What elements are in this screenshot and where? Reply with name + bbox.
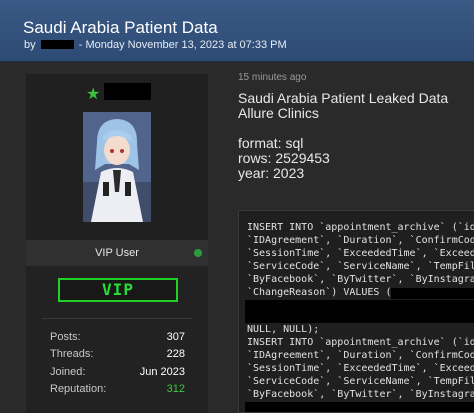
code-line: `IDAgreement`, `Duration`, `ConfirmCod: [247, 235, 474, 246]
rank-bar: VIP User: [26, 240, 208, 266]
stat-label: Joined:: [50, 366, 86, 378]
code-line: `ByFacebook`, `ByTwitter`, `ByInstagra: [247, 389, 474, 400]
stat-threads: Threads: 228: [50, 348, 185, 362]
author-redacted: [40, 40, 74, 49]
stat-label: Threads:: [50, 348, 94, 360]
code-line: `IDAgreement`, `Duration`, `ConfirmCod: [247, 350, 474, 361]
vip-badge-label: VIP: [102, 280, 134, 299]
stat-label: Posts:: [50, 331, 81, 343]
stat-value[interactable]: 307: [167, 331, 185, 343]
post-line: year: 2023: [238, 165, 305, 181]
byline-prefix: by: [24, 39, 36, 51]
user-divider: [42, 318, 192, 319]
thread-title: Saudi Arabia Patient Data: [23, 18, 218, 37]
code-line: `ByFacebook`, `ByTwitter`, `ByInstagra: [247, 274, 474, 285]
post-line: [238, 121, 448, 136]
post-line: Saudi Arabia Patient Leaked Data: [238, 90, 449, 106]
stat-label: Reputation:: [50, 383, 107, 395]
post-line: Allure Clinics: [238, 105, 319, 121]
avatar[interactable]: [83, 112, 151, 222]
post-time: 15 minutes ago: [238, 72, 307, 83]
redaction-block: [245, 300, 474, 323]
username-redacted[interactable]: [104, 83, 151, 100]
vip-badge: VIP: [58, 278, 178, 302]
avatar-image: [83, 112, 151, 222]
code-line: `SessionTime`, `ExceededTime`, `Exceed: [247, 248, 474, 259]
post-body: Saudi Arabia Patient Leaked Data Allure …: [238, 91, 448, 181]
stat-reputation: Reputation: 312: [50, 383, 185, 397]
stat-value: Jun 2023: [139, 366, 185, 378]
star-icon: ★: [86, 86, 101, 103]
code-block[interactable]: INSERT INTO `appointment_archive` (`id `…: [238, 210, 474, 413]
redaction-block: [391, 288, 474, 299]
code-line: `SessionTime`, `ExceededTime`, `Exceed: [247, 363, 474, 374]
stat-value[interactable]: 312: [167, 383, 185, 395]
online-status-dot: [194, 249, 202, 257]
user-rank: VIP User: [95, 247, 139, 259]
code-line: `ChangeReason`) VALUES (: [247, 287, 392, 298]
user-card: ★ VIP User VIP Posts: 307 Threads: 228 J…: [26, 74, 208, 413]
post-line: rows: 2529453: [238, 150, 330, 166]
thread-byline: by - Monday November 13, 2023 at 07:33 P…: [24, 39, 287, 51]
code-line: INSERT INTO `appointment_archive` (`id: [247, 222, 474, 233]
code-line: INSERT INTO `appointment_archive` (`id: [247, 337, 474, 348]
stat-joined: Joined: Jun 2023: [50, 366, 185, 380]
code-line: `ServiceCode`, `ServiceName`, `TempFil: [247, 376, 474, 387]
user-card-top: ★: [26, 74, 208, 240]
redaction-block: [245, 402, 474, 412]
code-line: NULL, NULL);: [247, 324, 320, 335]
byline-date: - Monday November 13, 2023 at 07:33 PM: [75, 39, 287, 51]
stat-value[interactable]: 228: [167, 348, 185, 360]
stat-posts: Posts: 307: [50, 331, 185, 345]
post-line: format: sql: [238, 135, 304, 151]
thread-header: Saudi Arabia Patient Data by - Monday No…: [0, 0, 474, 62]
code-line: `ServiceCode`, `ServiceName`, `TempFil: [247, 261, 474, 272]
